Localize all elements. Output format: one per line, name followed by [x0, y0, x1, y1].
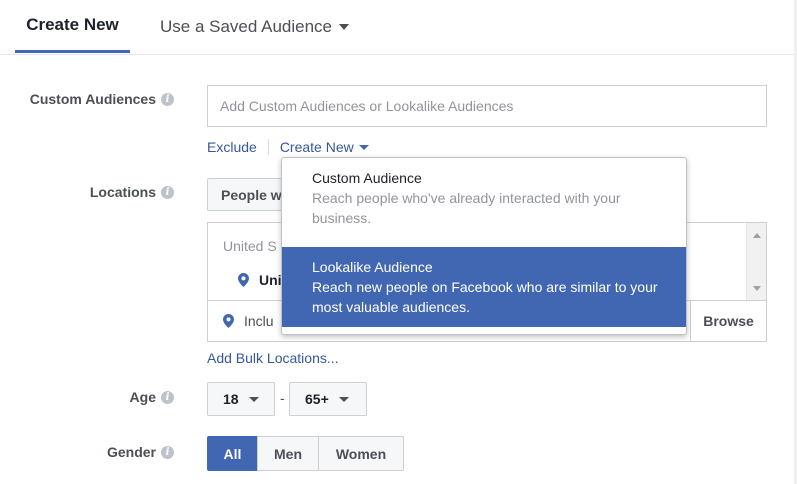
divider: [267, 139, 269, 155]
create-new-dropdown[interactable]: Create New: [280, 139, 369, 155]
scroll-up-icon[interactable]: [753, 233, 761, 238]
exclude-link[interactable]: Exclude: [207, 139, 257, 155]
custom-audiences-input-wrap: [207, 85, 767, 127]
gender-all-button[interactable]: All: [207, 436, 258, 471]
age-min-select[interactable]: 18: [207, 382, 275, 416]
location-pin-icon: [238, 273, 249, 287]
gender-women-button[interactable]: Women: [318, 436, 404, 471]
chevron-down-icon: [339, 24, 350, 30]
tab-saved-audience[interactable]: Use a Saved Audience: [160, 0, 350, 54]
age-range-dash: -: [280, 390, 285, 406]
chevron-down-icon: [338, 396, 349, 402]
custom-audiences-label-text: Custom Audiences: [29, 91, 156, 107]
info-icon[interactable]: i: [161, 390, 174, 404]
scroll-down-icon[interactable]: [753, 286, 761, 291]
menu-item-title: Custom Audience: [312, 170, 422, 186]
info-icon[interactable]: i: [161, 92, 174, 106]
age-label: Age i: [130, 389, 174, 405]
menu-item-lookalike-audience[interactable]: Lookalike Audience Reach new people on F…: [282, 247, 686, 327]
location-pin-icon: [223, 314, 234, 328]
menu-item-description: Reach people who've already interacted w…: [312, 190, 621, 226]
locations-label: Locations i: [90, 184, 174, 200]
chevron-down-icon: [358, 144, 369, 150]
menu-item-description: Reach new people on Facebook who are sim…: [312, 279, 658, 315]
tab-bar: Create New Use a Saved Audience: [0, 0, 797, 55]
include-label: Inclu: [244, 313, 274, 329]
gender-men-button[interactable]: Men: [257, 436, 319, 471]
menu-item-title: Lookalike Audience: [312, 259, 433, 275]
gender-toggle-group: All Men Women: [207, 436, 404, 471]
locations-scrollbar[interactable]: [746, 223, 766, 300]
age-label-text: Age: [129, 389, 156, 405]
custom-audiences-actions: Exclude Create New: [207, 137, 369, 157]
age-min-value: 18: [223, 391, 239, 407]
gender-label-text: Gender: [106, 444, 156, 460]
custom-audiences-input[interactable]: [220, 98, 766, 114]
age-max-value: 65+: [305, 391, 329, 407]
create-new-menu: Custom Audience Reach people who've alre…: [281, 157, 687, 335]
create-new-label: Create New: [279, 139, 354, 155]
custom-audiences-label: Custom Audiences i: [30, 91, 174, 107]
age-max-select[interactable]: 65+: [289, 382, 367, 416]
menu-item-custom-audience[interactable]: Custom Audience Reach people who've alre…: [282, 168, 686, 248]
chevron-down-icon: [248, 396, 259, 402]
locations-label-text: Locations: [89, 184, 156, 200]
browse-button[interactable]: Browse: [690, 301, 766, 341]
info-icon[interactable]: i: [161, 445, 174, 459]
include-dropdown[interactable]: Inclu: [223, 301, 274, 341]
tab-saved-audience-label: Use a Saved Audience: [160, 17, 333, 36]
location-item-label: Uni: [259, 272, 282, 288]
add-bulk-locations-link[interactable]: Add Bulk Locations...: [207, 350, 339, 366]
info-icon[interactable]: i: [161, 185, 174, 199]
location-item[interactable]: Uni: [238, 272, 282, 288]
tab-create-new[interactable]: Create New: [15, 0, 130, 53]
gender-label: Gender i: [107, 444, 174, 460]
location-country-header: United S: [223, 238, 277, 254]
